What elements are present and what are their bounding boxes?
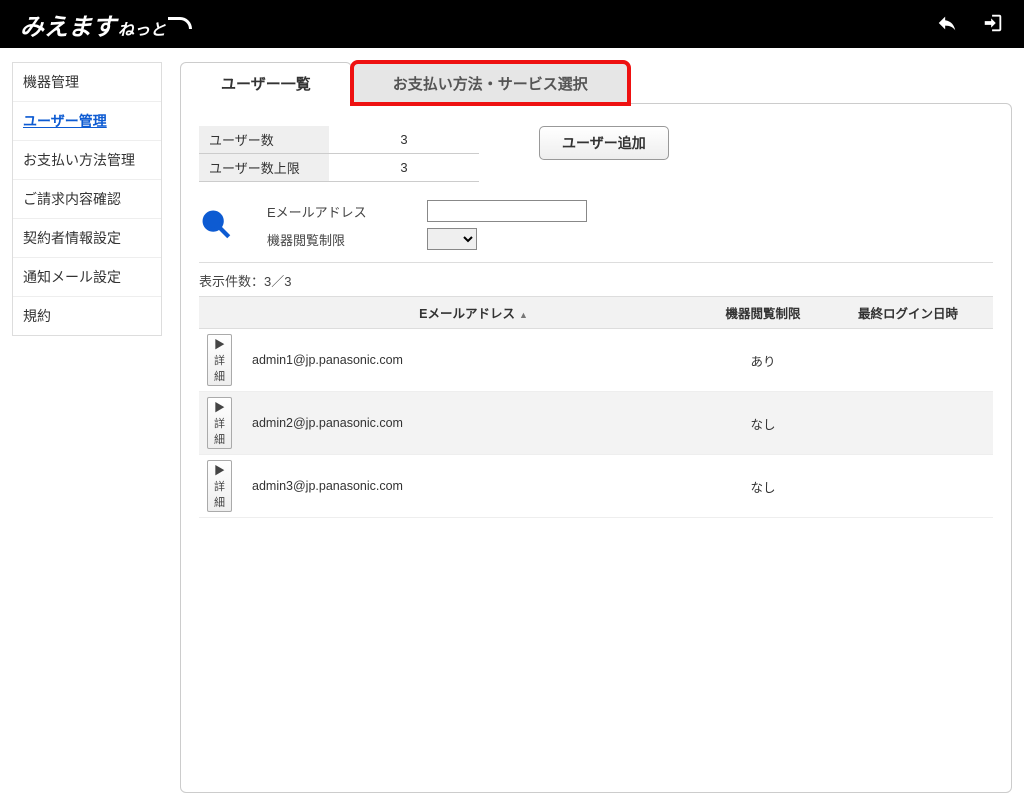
app-header: みえます ねっと: [0, 0, 1024, 48]
sidemenu-label: 通知メール設定: [23, 269, 121, 285]
tab-label: お支払い方法・サービス選択: [393, 76, 588, 93]
sidemenu-item-contract[interactable]: 契約者情報設定: [13, 219, 161, 258]
search-row: Eメールアドレス 機器閲覧制限: [199, 200, 993, 263]
logout-icon[interactable]: [982, 12, 1004, 37]
sidemenu-label: 機器管理: [23, 74, 79, 90]
user-limit-label: ユーザー数上限: [199, 154, 329, 182]
result-count: 表示件数：3／3: [199, 271, 993, 290]
search-icon[interactable]: [199, 207, 233, 244]
content-panel: ユーザー数 3 ユーザー数上限 3 ユーザー追加 Eメールアドレス: [180, 103, 1012, 793]
add-user-button[interactable]: ユーザー追加: [539, 126, 669, 160]
main-area: ユーザー一覧 お支払い方法・サービス選択 ユーザー数 3 ユーザー数上限 3 ユ…: [180, 62, 1012, 793]
search-restrict-select[interactable]: [427, 228, 477, 250]
col-restrict-label: 機器閲覧制限: [725, 307, 800, 321]
sidemenu-item-billing[interactable]: ご請求内容確認: [13, 180, 161, 219]
search-restrict-label: 機器閲覧制限: [267, 230, 427, 249]
cell-restrict: なし: [703, 455, 823, 518]
logo-swoosh-icon: [168, 17, 192, 29]
col-restrict[interactable]: 機器閲覧制限: [703, 297, 823, 329]
user-count-value: 3: [329, 126, 479, 154]
search-email-input[interactable]: [427, 200, 587, 222]
cell-email: admin3@jp.panasonic.com: [244, 455, 703, 518]
side-menu: 機器管理 ユーザー管理 お支払い方法管理 ご請求内容確認 契約者情報設定 通知メ…: [12, 62, 162, 336]
logo-sub: ねっと: [118, 16, 166, 40]
table-row: ▶詳細 admin3@jp.panasonic.com なし: [199, 455, 993, 518]
sidemenu-label: 契約者情報設定: [23, 230, 121, 246]
sidemenu-item-mail[interactable]: 通知メール設定: [13, 258, 161, 297]
sidemenu-item-payment[interactable]: お支払い方法管理: [13, 141, 161, 180]
reply-icon[interactable]: [936, 12, 958, 37]
cell-restrict: なし: [703, 392, 823, 455]
user-count-table: ユーザー数 3 ユーザー数上限 3: [199, 126, 479, 182]
sidemenu-label: ユーザー管理: [23, 113, 107, 129]
table-row: ▶詳細 admin1@jp.panasonic.com あり: [199, 329, 993, 392]
app-logo: みえます ねっと: [20, 7, 192, 42]
sidemenu-label: ご請求内容確認: [23, 191, 121, 207]
cell-login: [823, 392, 993, 455]
user-table: Eメールアドレス ▲ 機器閲覧制限 最終ログイン日時 ▶詳細 admin1@jp.…: [199, 296, 993, 518]
logo-main: みえます: [20, 7, 116, 42]
sidemenu-label: 規約: [23, 308, 51, 324]
cell-email: admin2@jp.panasonic.com: [244, 392, 703, 455]
sidemenu-item-terms[interactable]: 規約: [13, 297, 161, 335]
col-last-login[interactable]: 最終ログイン日時: [823, 297, 993, 329]
sidemenu-item-users[interactable]: ユーザー管理: [13, 102, 161, 141]
col-login-label: 最終ログイン日時: [858, 307, 958, 321]
add-user-label: ユーザー追加: [562, 135, 646, 151]
detail-button[interactable]: ▶詳細: [207, 334, 232, 386]
user-limit-value: 3: [329, 154, 479, 182]
col-email-label: Eメールアドレス: [419, 307, 515, 321]
tab-bar: ユーザー一覧 お支払い方法・サービス選択: [180, 62, 1012, 104]
sort-asc-icon: ▲: [519, 310, 528, 320]
search-fields: Eメールアドレス 機器閲覧制限: [267, 200, 627, 250]
detail-button[interactable]: ▶詳細: [207, 397, 232, 449]
tab-user-list[interactable]: ユーザー一覧: [180, 62, 352, 104]
cell-login: [823, 329, 993, 392]
detail-button[interactable]: ▶詳細: [207, 460, 232, 512]
info-row: ユーザー数 3 ユーザー数上限 3 ユーザー追加: [199, 126, 993, 182]
cell-email: admin1@jp.panasonic.com: [244, 329, 703, 392]
table-row: ▶詳細 admin2@jp.panasonic.com なし: [199, 392, 993, 455]
header-actions: [936, 12, 1004, 37]
search-email-label: Eメールアドレス: [267, 202, 427, 221]
sidemenu-item-devices[interactable]: 機器管理: [13, 63, 161, 102]
cell-login: [823, 455, 993, 518]
cell-restrict: あり: [703, 329, 823, 392]
sidemenu-label: お支払い方法管理: [23, 152, 135, 168]
col-detail: [199, 297, 244, 329]
col-email[interactable]: Eメールアドレス ▲: [244, 297, 703, 329]
tab-label: ユーザー一覧: [221, 76, 311, 93]
tab-payment-service[interactable]: お支払い方法・サービス選択: [352, 62, 629, 104]
user-count-label: ユーザー数: [199, 126, 329, 154]
